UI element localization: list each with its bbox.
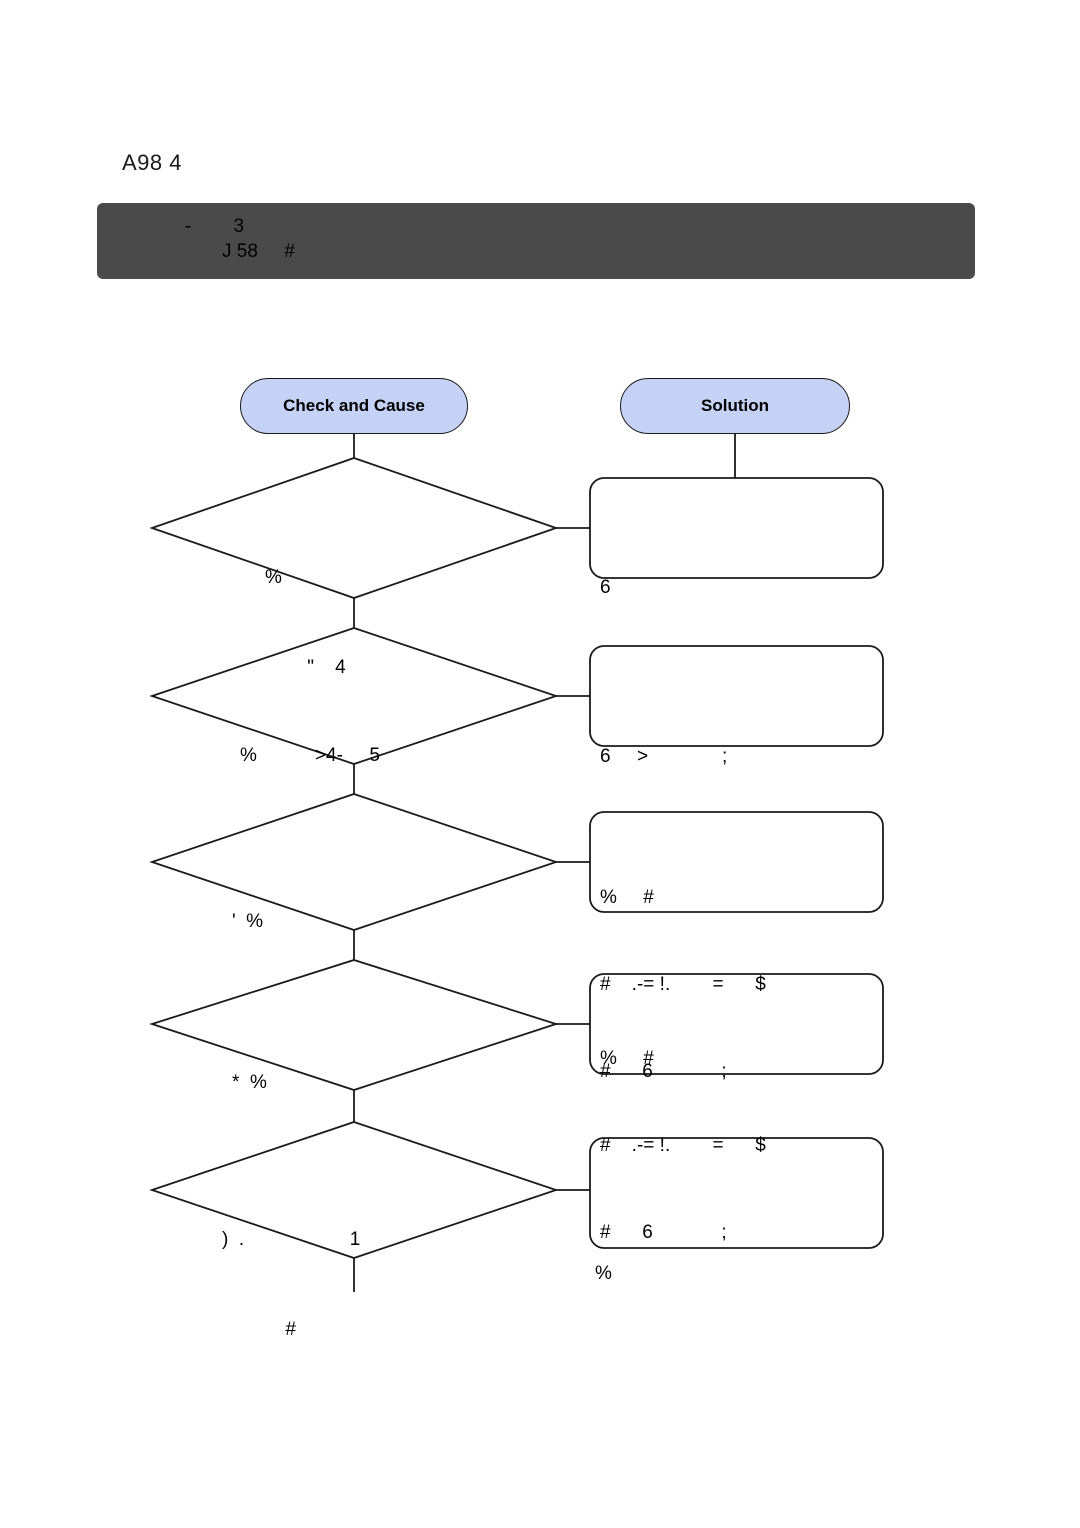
decision-text-5-line-2: # — [222, 1319, 296, 1340]
decision-text-3: ' % — [232, 847, 263, 997]
solution-text-3-line-1: % # — [600, 887, 654, 908]
header-oval-check-label: Check and Cause — [283, 396, 425, 415]
header-oval-solution[interactable]: Solution — [620, 378, 850, 434]
solution-text-4-line-1: % # — [600, 1048, 654, 1069]
solution-text-1-line-1: 6 — [600, 577, 611, 598]
flowchart-canvas — [149, 434, 884, 1292]
decision-text-1-line-2: " 4 — [265, 657, 346, 678]
decision-text-5-line-1: ) . 1 — [222, 1229, 361, 1250]
solution-text-4-line-3: # 6 ; — [600, 1222, 727, 1243]
decision-diamond-4 — [149, 959, 559, 1091]
trailing-mark: % — [595, 1263, 612, 1284]
decision-text-1-line-1: % — [265, 567, 282, 588]
page-root: A98 4 - 3 J 58 # Check and Cause Solutio… — [0, 0, 1080, 1528]
header-oval-solution-label: Solution — [701, 396, 769, 415]
solution-text-4-line-2: # .-= !. = $ — [600, 1135, 766, 1156]
decision-text-3-line-1: ' % — [232, 911, 264, 932]
decision-text-2: % >4- 5 — [240, 681, 380, 831]
decision-text-5: ) . 1 # — [222, 1165, 360, 1405]
solution-box-1 — [589, 477, 884, 579]
solution-text-2-line-1: 6 > ; — [600, 746, 728, 767]
decision-text-4: * % — [232, 1008, 267, 1158]
header-oval-check-and-cause[interactable]: Check and Cause — [240, 378, 468, 434]
solution-text-1: 6 — [600, 515, 621, 660]
decision-text-4-line-1: * % — [232, 1072, 267, 1093]
decision-diamond-1 — [149, 457, 559, 599]
decision-text-2-line-1: % >4- 5 — [240, 745, 380, 766]
solution-text-4: % # # .-= !. = $ # 6 ; — [600, 986, 766, 1305]
solution-text-2: 6 > ; — [600, 684, 727, 829]
